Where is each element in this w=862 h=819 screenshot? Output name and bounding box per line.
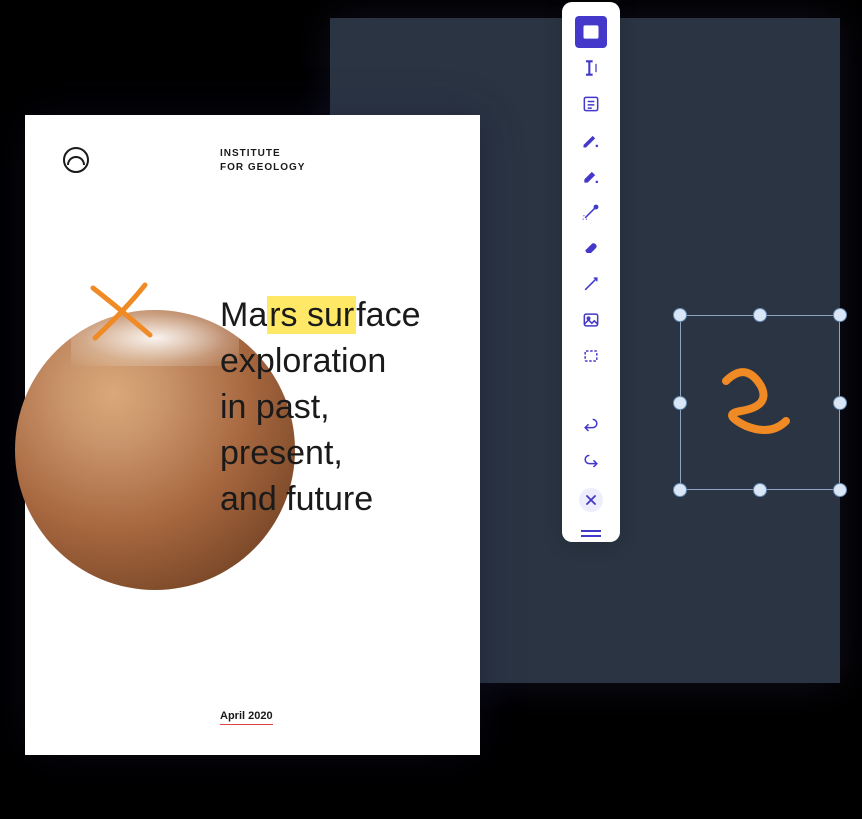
resize-handle-tl[interactable] (673, 308, 687, 322)
resize-handle-bm[interactable] (753, 483, 767, 497)
document-title: Mars surfaceexplorationin past,present,a… (220, 293, 421, 522)
resize-handle-bl[interactable] (673, 483, 687, 497)
resize-handle-br[interactable] (833, 483, 847, 497)
orange-x-annotation[interactable] (85, 280, 160, 345)
resize-handle-tm[interactable] (753, 308, 767, 322)
annotation-toolbar: A (562, 2, 620, 542)
undo-button[interactable] (575, 410, 607, 442)
document-page[interactable]: INSTITUTE FOR GEOLOGY Mars surfaceexplor… (25, 115, 480, 755)
document-date: April 2020 (220, 710, 273, 725)
image-tool[interactable] (575, 304, 607, 336)
text-cursor-tool[interactable] (575, 52, 607, 84)
highlighter-tool[interactable] (575, 160, 607, 192)
pen-tool[interactable] (575, 124, 607, 156)
resize-handle-tr[interactable] (833, 308, 847, 322)
orange-scribble-annotation[interactable] (711, 356, 811, 456)
svg-text:A: A (587, 26, 596, 39)
line-tool[interactable] (575, 268, 607, 300)
note-tool[interactable] (575, 88, 607, 120)
org-name: INSTITUTE FOR GEOLOGY (220, 147, 305, 175)
resize-handle-mr[interactable] (833, 396, 847, 410)
eraser-tool[interactable] (575, 232, 607, 264)
laser-tool[interactable] (575, 196, 607, 228)
text-box-tool[interactable]: A (575, 16, 607, 48)
redo-button[interactable] (575, 446, 607, 478)
shape-tool[interactable] (575, 340, 607, 372)
resize-handle-ml[interactable] (673, 396, 687, 410)
org-logo-icon (63, 147, 89, 173)
selection-box[interactable] (680, 315, 840, 490)
close-toolbar-button[interactable] (579, 488, 603, 512)
drag-handle-icon[interactable] (581, 530, 601, 532)
highlighted-text: rs sur (267, 296, 356, 334)
